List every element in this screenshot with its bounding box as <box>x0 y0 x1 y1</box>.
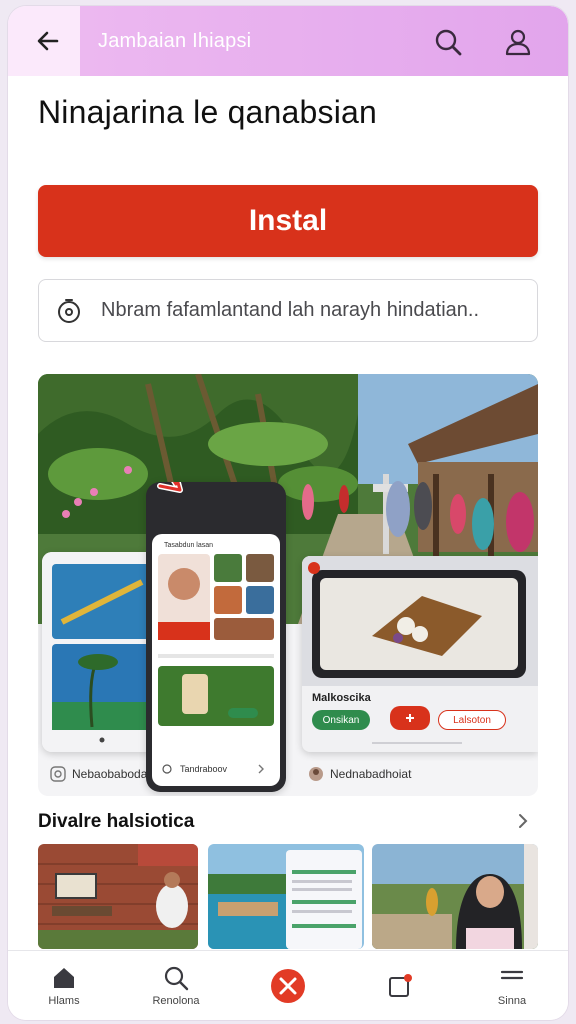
beach-photo <box>42 552 162 752</box>
search-input[interactable]: Nbram fafamlantand lah narayh hindatian.… <box>38 279 538 342</box>
card-divider <box>372 742 462 744</box>
info-icon <box>50 766 66 782</box>
top-app-bar: Jambaian Ihiapsi <box>8 6 568 76</box>
phone-mockup[interactable]: Tasabdun lasan Tandraboov <box>146 482 286 792</box>
bottom-navigation: Hlams Renolona Sinna <box>8 950 568 1020</box>
thumbnail-brick-house[interactable] <box>38 844 198 949</box>
nav-home-label: Hlams <box>48 995 80 1007</box>
phone-app-header: Tasabdun lasan <box>164 542 214 549</box>
outline-action-pill[interactable]: Lalsoton <box>438 710 506 730</box>
install-button[interactable]: Instal <box>38 185 538 257</box>
green-action-pill[interactable]: Onsikan <box>312 710 370 730</box>
search-icon <box>164 966 189 991</box>
chevron-right-icon <box>519 814 528 828</box>
close-icon <box>271 969 305 1003</box>
search-button[interactable] <box>428 22 468 62</box>
phone-screen: Tasabdun lasan Tandraboov <box>152 534 280 786</box>
circle-icon <box>162 764 172 774</box>
notification-icon <box>389 974 412 997</box>
back-button[interactable] <box>26 24 70 58</box>
arrow-pointer-icon <box>157 482 183 493</box>
right-card-title: Malkoscika <box>312 692 371 704</box>
pin-icon <box>406 714 414 722</box>
person-image <box>372 844 538 949</box>
food-photo <box>302 556 538 686</box>
header-panel: Jambaian Ihiapsi <box>80 6 568 76</box>
phone-content-grid <box>158 554 274 726</box>
right-card-label: Nednabadhoiat <box>330 767 412 781</box>
section-title: Divalre halsiotica <box>38 811 195 832</box>
beach-app-image <box>208 844 364 949</box>
nav-search-label: Renolona <box>152 995 200 1007</box>
timer-icon <box>58 298 80 323</box>
nav-notifications[interactable] <box>344 951 456 1020</box>
nav-center-action[interactable] <box>232 951 344 1020</box>
section-more-button[interactable] <box>510 808 536 834</box>
menu-icon <box>500 970 524 980</box>
nav-home[interactable]: Hlams <box>8 951 120 1020</box>
tablet-card-right[interactable]: Malkoscika Onsikan Lalsoton <box>302 556 538 752</box>
page-title: Ninajarina le qanabsian <box>38 94 378 130</box>
nav-menu[interactable]: Sinna <box>456 951 568 1020</box>
arrow-left-icon <box>37 31 59 51</box>
nav-menu-label: Sinna <box>497 995 527 1007</box>
search-text: Nbram fafamlantand lah narayh hindatian.… <box>101 299 480 321</box>
left-card-footer[interactable]: Nebaobabodan <box>50 766 154 782</box>
app-screen: Jambaian Ihiapsi Ninajarina le qanabsian… <box>8 6 568 1020</box>
thumbnail-beach-app[interactable] <box>208 844 364 949</box>
search-icon <box>435 29 462 56</box>
phone-footer: Tandraboov <box>162 764 265 774</box>
brick-house-image <box>38 844 198 949</box>
nav-search[interactable]: Renolona <box>120 951 232 1020</box>
left-card-label: Nebaobabodan <box>72 767 155 781</box>
user-icon <box>505 29 531 56</box>
chevron-right-icon <box>258 764 265 774</box>
phone-footer-label: Tandraboov <box>180 764 228 774</box>
home-icon <box>54 968 74 988</box>
showcase-banner[interactable]: Nebaobabodan Tasabdun lasan Tandraboov M… <box>38 374 538 796</box>
profile-button[interactable] <box>498 22 538 62</box>
app-title: Jambaian Ihiapsi <box>98 30 252 52</box>
thumbnail-person[interactable] <box>372 844 538 949</box>
tablet-card-left[interactable] <box>42 552 162 752</box>
right-card-footer[interactable]: Nednabadhoiat <box>308 766 411 782</box>
red-action-pill[interactable] <box>390 706 430 730</box>
avatar-icon <box>309 767 323 781</box>
